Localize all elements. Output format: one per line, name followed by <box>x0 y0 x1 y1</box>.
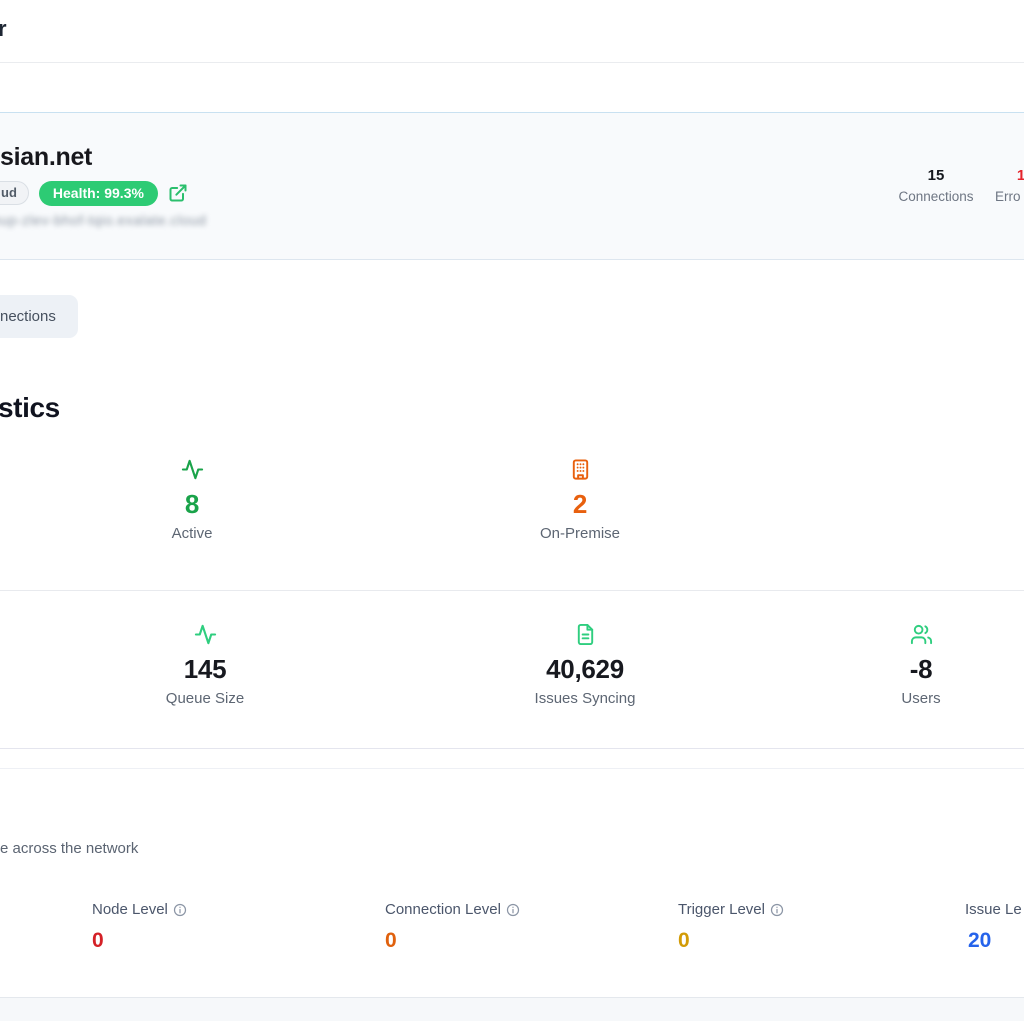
stat-label: Users <box>841 690 1001 708</box>
statistics-bottom-divider <box>0 748 1024 749</box>
stat-value: 145 <box>125 654 285 684</box>
instance-name: sian.net <box>0 143 92 172</box>
top-divider <box>0 62 1024 63</box>
stat-value: 2 <box>500 489 660 519</box>
stat-value: 8 <box>112 489 272 519</box>
page-title: r <box>0 16 7 42</box>
error-level-label: Node Level <box>92 900 168 920</box>
badge-row: ud Health: 99.3% <box>0 180 188 206</box>
error-level-node: Node Level 0 <box>92 900 187 953</box>
activity-icon <box>112 458 272 481</box>
instance-url: hup-zlev-bhof-tqio.exalate.cloud <box>0 212 206 228</box>
connections-label: Connections <box>894 189 978 205</box>
stat-on-premise: 2 On-Premise <box>500 458 660 543</box>
stats-row-divider <box>0 590 1024 591</box>
error-level-value: 0 <box>92 929 187 953</box>
stat-label: Queue Size <box>125 690 285 708</box>
footer-strip <box>0 997 1024 1021</box>
error-level-label: Issue Le <box>965 900 1022 920</box>
error-level-value: 0 <box>678 929 784 953</box>
error-level-connection: Connection Level 0 <box>385 900 520 953</box>
instance-header-card: sian.net ud Health: 99.3% hup-zlev-bhof-… <box>0 112 1024 260</box>
info-icon[interactable] <box>173 903 187 917</box>
error-level-label: Connection Level <box>385 900 501 920</box>
stat-label: Issues Syncing <box>485 690 685 708</box>
connections-count: 15 <box>894 167 978 185</box>
stat-queue-size: 145 Queue Size <box>125 623 285 708</box>
tab-connections[interactable]: nections <box>0 295 78 338</box>
stat-issues-syncing: 40,629 Issues Syncing <box>485 623 685 708</box>
errors-metric: 1 Erro <box>995 167 1024 205</box>
stat-active: 8 Active <box>112 458 272 543</box>
stat-label: Active <box>112 525 272 543</box>
error-level-value: 20 <box>968 929 1024 953</box>
error-level-label: Trigger Level <box>678 900 765 920</box>
errors-section-top-divider <box>0 768 1024 769</box>
dashboard-page: r sian.net ud Health: 99.3% hup-zlev-bho… <box>0 0 1024 1021</box>
stat-users: -8 Users <box>841 623 1001 708</box>
users-icon <box>841 623 1001 646</box>
errors-description: e across the network <box>0 840 138 857</box>
activity-icon <box>125 623 285 646</box>
connections-metric: 15 Connections <box>894 167 978 205</box>
file-text-icon <box>485 623 685 646</box>
errors-count: 1 <box>995 167 1024 185</box>
info-icon[interactable] <box>506 903 520 917</box>
instance-type-badge: ud <box>0 181 29 205</box>
stat-value: -8 <box>841 654 1001 684</box>
health-badge: Health: 99.3% <box>39 181 158 206</box>
stat-label: On-Premise <box>500 525 660 543</box>
error-level-trigger: Trigger Level 0 <box>678 900 784 953</box>
building-icon <box>500 458 660 481</box>
error-level-value: 0 <box>385 929 520 953</box>
stat-value: 40,629 <box>485 654 685 684</box>
info-icon[interactable] <box>770 903 784 917</box>
statistics-heading: stics <box>0 392 60 424</box>
error-level-issue: Issue Le 20 <box>965 900 1024 953</box>
errors-label: Erro <box>995 189 1024 205</box>
external-link-icon[interactable] <box>168 183 188 203</box>
